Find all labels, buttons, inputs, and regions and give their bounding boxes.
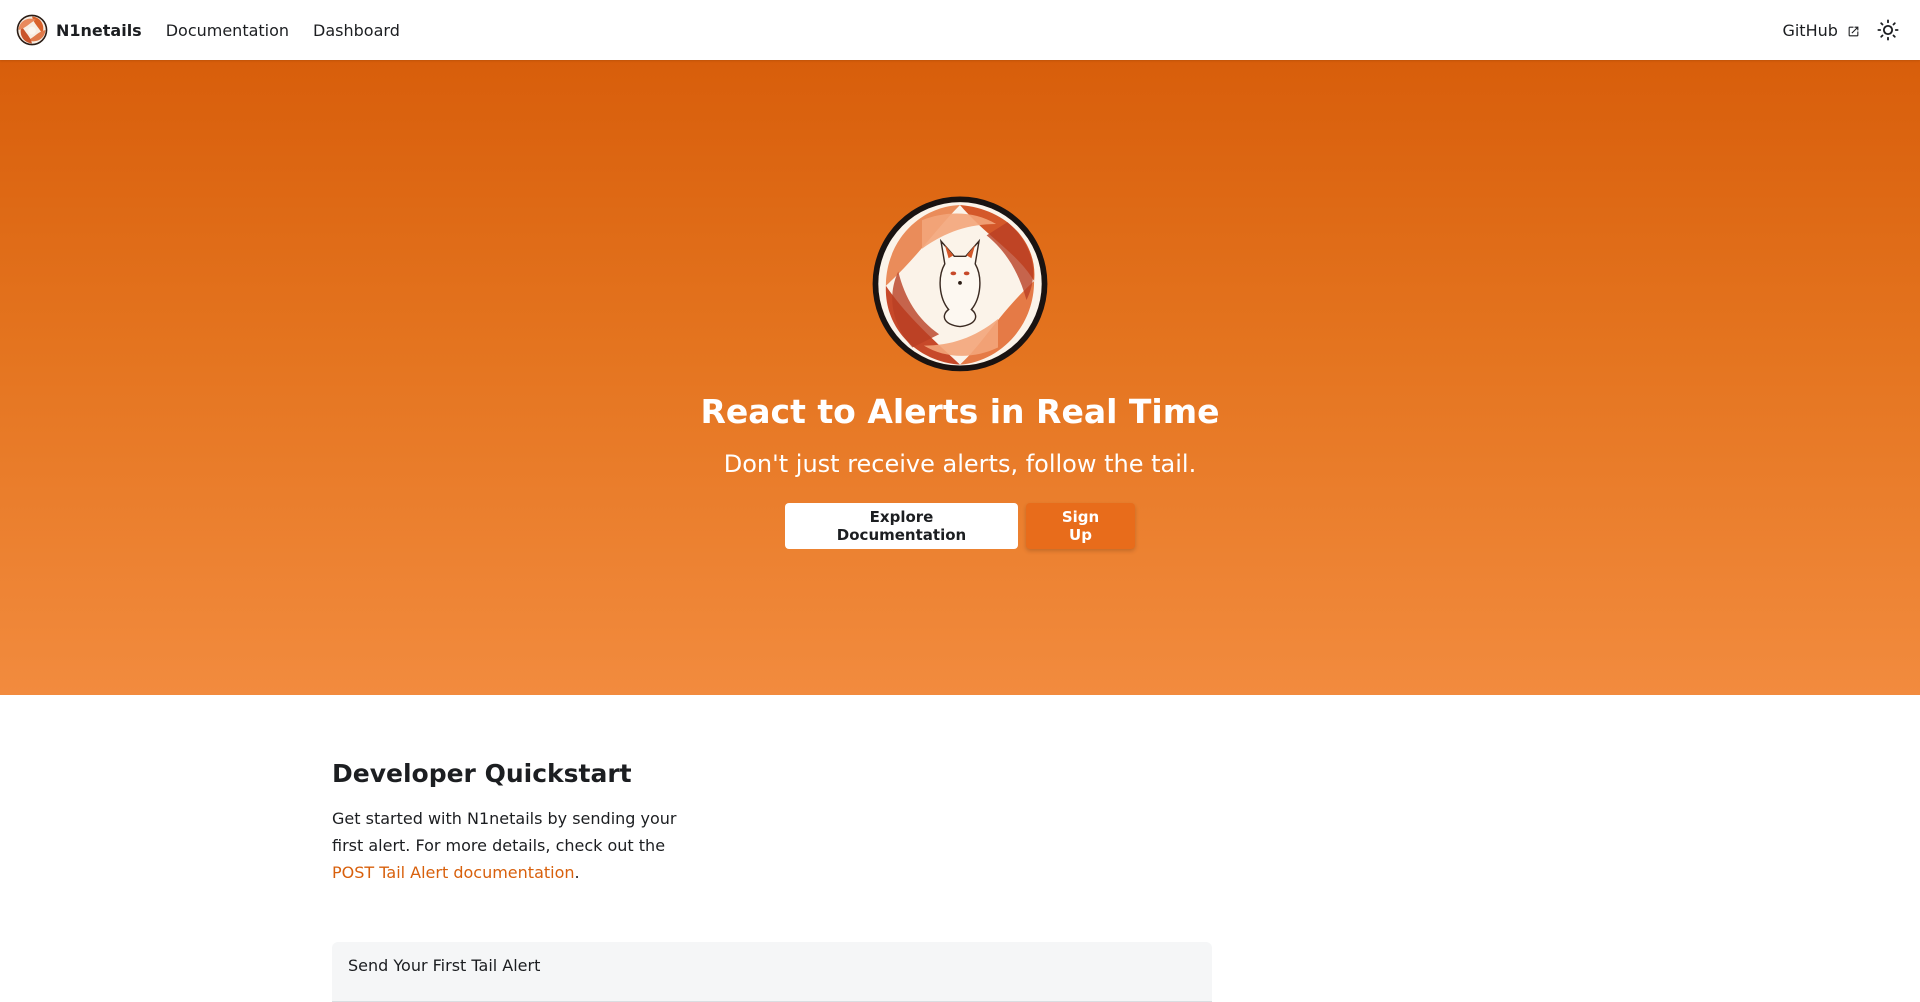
developer-quickstart-section: Developer Quickstart Get started with N1… <box>0 695 1920 1002</box>
theme-toggle-button[interactable] <box>1872 14 1904 46</box>
card-title: Send Your First Tail Alert <box>348 956 541 975</box>
explore-documentation-button[interactable]: Explore Documentation <box>785 503 1018 549</box>
nav-link-dashboard[interactable]: Dashboard <box>301 15 412 46</box>
fox-logo-icon <box>16 14 48 46</box>
sun-icon <box>1877 19 1899 41</box>
hero-subtitle: Don't just receive alerts, follow the ta… <box>723 450 1197 478</box>
nine-tailed-fox-logo-icon <box>872 196 1048 372</box>
navbar-right: GitHub <box>1770 14 1904 46</box>
external-link-icon <box>1848 26 1859 36</box>
hero-title: React to Alerts in Real Time <box>700 392 1220 431</box>
github-label: GitHub <box>1782 20 1838 40</box>
brand-title: N1netails <box>56 20 142 40</box>
post-tail-alert-doc-link[interactable]: POST Tail Alert documentation <box>332 863 575 882</box>
quickstart-text-end: . <box>574 863 580 882</box>
navbar: N1netails Documentation Dashboard GitHub <box>0 0 1920 60</box>
quickstart-text: Get started with N1netails by sending yo… <box>332 809 677 855</box>
first-alert-card-header[interactable]: Send Your First Tail Alert <box>332 942 1212 1002</box>
quickstart-description: Get started with N1netails by sending yo… <box>332 805 692 886</box>
sign-up-button[interactable]: Sign Up <box>1026 503 1135 549</box>
github-link[interactable]: GitHub <box>1770 15 1864 46</box>
brand-link[interactable]: N1netails <box>16 14 142 46</box>
nav-link-documentation[interactable]: Documentation <box>154 15 301 46</box>
quickstart-title: Developer Quickstart <box>332 759 632 788</box>
hero-banner: React to Alerts in Real Time Don't just … <box>0 60 1920 695</box>
hero-button-group: Explore Documentation Sign Up <box>785 503 1135 549</box>
